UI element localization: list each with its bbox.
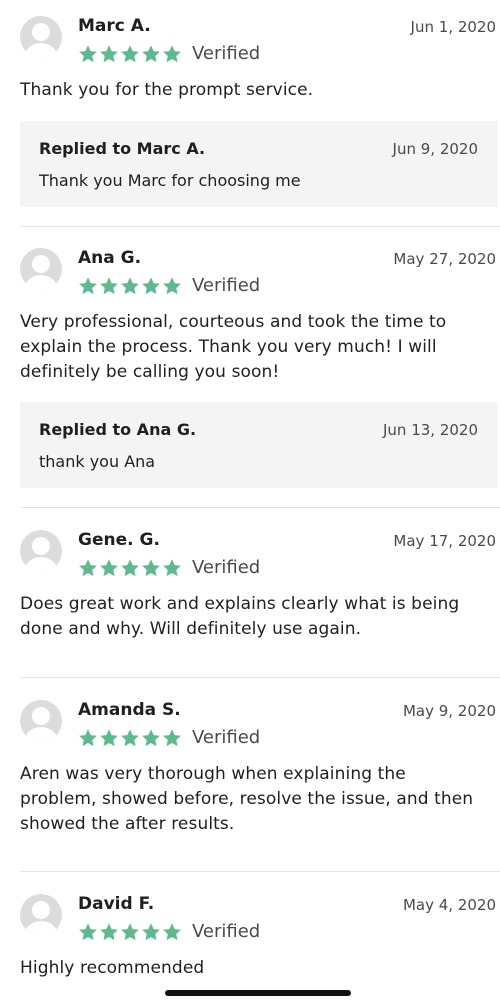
reply-box: Replied to Marc A. Jun 9, 2020 Thank you…: [20, 121, 498, 207]
star-icon: [162, 558, 182, 578]
review-text-line: Very professional, courteous and took th…: [20, 312, 447, 332]
star-icon: [162, 276, 182, 296]
star-icon: [141, 276, 161, 296]
star-icon: [120, 276, 140, 296]
star-icon: [141, 728, 161, 748]
star-rating: Verified: [78, 727, 260, 748]
review-date: May 17, 2020: [393, 532, 496, 550]
star-icon: [120, 728, 140, 748]
reply-date: Jun 13, 2020: [382, 421, 478, 439]
star-icon: [120, 558, 140, 578]
reviewer-name: Marc A.: [78, 16, 151, 36]
avatar: [20, 16, 62, 58]
star-icon: [162, 44, 182, 64]
reply-text: Thank you Marc for choosing me: [39, 171, 301, 190]
review-text-line: problem, showed before, resolve the issu…: [20, 789, 474, 809]
divider: [20, 226, 500, 227]
review-text-line: showed the after results.: [20, 814, 235, 834]
reply-title: Replied to Ana G.: [39, 420, 197, 439]
reply-box: Replied to Ana G. Jun 13, 2020 thank you…: [20, 402, 498, 488]
star-icon: [162, 922, 182, 942]
review-text-line: explain the process. Thank you very much…: [20, 337, 437, 357]
avatar: [20, 700, 62, 742]
star-icon: [141, 44, 161, 64]
divider: [20, 677, 500, 678]
verified-label: Verified: [192, 557, 261, 578]
home-indicator[interactable]: [165, 990, 351, 996]
star-icon: [78, 44, 98, 64]
reviewer-name: Amanda S.: [78, 700, 181, 720]
star-icon: [120, 44, 140, 64]
reviews-page: Marc A. Jun 1, 2020 Verified Thank you f…: [0, 0, 500, 1000]
review-text: Thank you for the prompt service.: [20, 80, 314, 100]
reply-date: Jun 9, 2020: [392, 140, 478, 158]
star-icon: [99, 44, 119, 64]
divider: [20, 507, 500, 508]
star-icon: [99, 922, 119, 942]
star-icon: [141, 922, 161, 942]
avatar: [20, 894, 62, 936]
verified-label: Verified: [192, 43, 261, 64]
review-text: Highly recommended: [20, 958, 205, 978]
star-icon: [78, 922, 98, 942]
review-text-line: definitely be calling you soon!: [20, 362, 280, 382]
review-date: Jun 1, 2020: [410, 18, 496, 36]
review-text-line: Aren was very thorough when explaining t…: [20, 764, 406, 784]
avatar: [20, 530, 62, 572]
reply-title: Replied to Marc A.: [39, 139, 206, 158]
star-icon: [99, 558, 119, 578]
avatar: [20, 248, 62, 290]
star-icon: [78, 728, 98, 748]
review-text-line: done and why. Will definitely use again.: [20, 619, 362, 639]
review-date: May 27, 2020: [393, 250, 496, 268]
star-rating: Verified: [78, 557, 260, 578]
star-icon: [78, 276, 98, 296]
verified-label: Verified: [192, 275, 261, 296]
verified-label: Verified: [192, 727, 261, 748]
star-icon: [99, 728, 119, 748]
review-date: May 9, 2020: [402, 702, 496, 720]
review-text: Very professional, courteous and took th…: [20, 310, 498, 385]
reviewer-name: Gene. G.: [78, 530, 160, 550]
review-text: Aren was very thorough when explaining t…: [20, 762, 498, 837]
star-icon: [162, 728, 182, 748]
star-icon: [120, 922, 140, 942]
review-text: Does great work and explains clearly wha…: [20, 592, 498, 642]
star-rating: Verified: [78, 275, 260, 296]
review-text-line: Does great work and explains clearly wha…: [20, 594, 460, 614]
reviewer-name: David F.: [78, 894, 155, 914]
star-rating: Verified: [78, 921, 260, 942]
star-icon: [78, 558, 98, 578]
reply-text: thank you Ana: [39, 452, 156, 471]
divider: [20, 871, 500, 872]
verified-label: Verified: [192, 921, 261, 942]
review-date: May 4, 2020: [402, 896, 496, 914]
reviewer-name: Ana G.: [78, 248, 142, 268]
star-rating: Verified: [78, 43, 260, 64]
star-icon: [99, 276, 119, 296]
star-icon: [141, 558, 161, 578]
